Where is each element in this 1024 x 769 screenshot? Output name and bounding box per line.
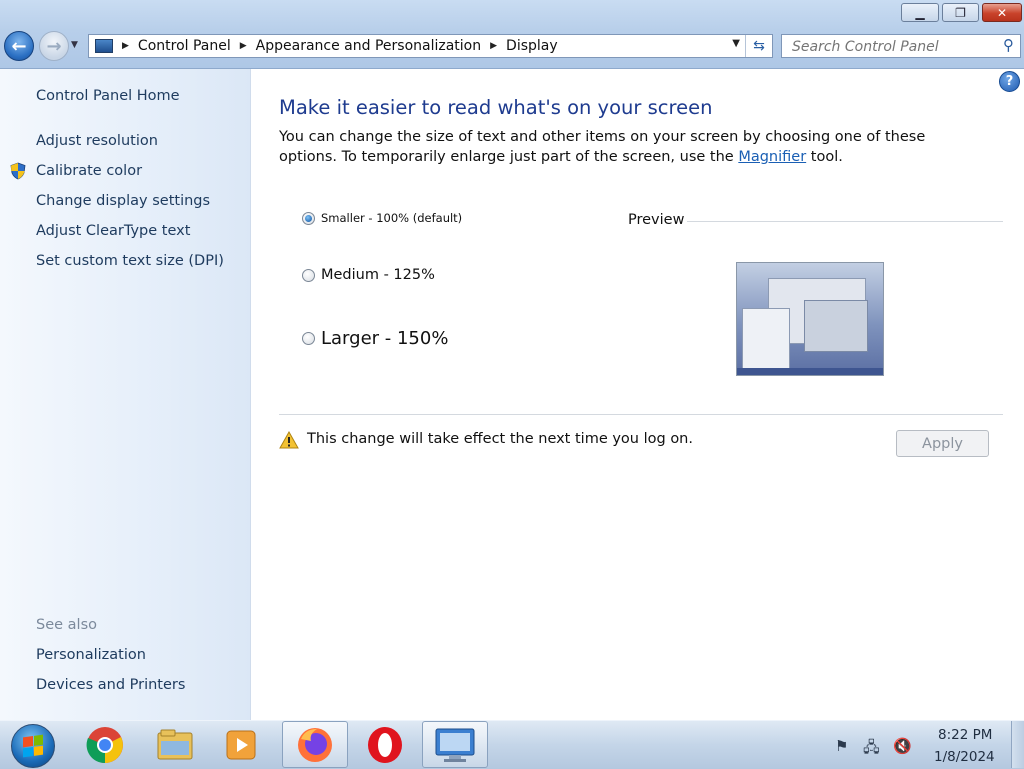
- page-description: You can change the size of text and othe…: [279, 127, 979, 167]
- search-input[interactable]: [790, 36, 994, 58]
- breadcrumb-separator-icon[interactable]: ▶: [240, 41, 247, 51]
- opera-icon: [368, 726, 402, 763]
- forward-arrow-icon: →: [46, 35, 62, 57]
- minimize-button[interactable]: ▁: [901, 3, 939, 22]
- taskbar-firefox[interactable]: [282, 721, 348, 768]
- display-settings-icon: [435, 728, 475, 762]
- warning-icon: [279, 431, 299, 449]
- firefox-icon: [298, 727, 332, 762]
- sidebar-item-custom-text-size[interactable]: Set custom text size (DPI): [36, 253, 224, 269]
- preview-window: [742, 308, 790, 370]
- option-label-medium[interactable]: Medium - 125%: [321, 267, 435, 283]
- breadcrumb-separator-icon[interactable]: ▶: [122, 41, 129, 51]
- breadcrumb-control-panel[interactable]: Control Panel: [138, 38, 231, 54]
- address-dropdown-icon[interactable]: ▼: [732, 38, 740, 49]
- taskbar-media-player[interactable]: [208, 721, 274, 768]
- section-divider: [279, 414, 1003, 415]
- window-chrome: ▁ ❐ ✕ ← → ▼ ▶ Control Panel ▶ Appearance…: [0, 0, 1024, 69]
- sidebar-item-personalization[interactable]: Personalization: [36, 647, 146, 663]
- back-arrow-icon: ←: [11, 35, 27, 57]
- sidebar-item-adjust-cleartype[interactable]: Adjust ClearType text: [36, 223, 190, 239]
- breadcrumb-appearance[interactable]: Appearance and Personalization: [256, 38, 481, 54]
- preview-window: [804, 300, 868, 352]
- address-bar[interactable]: ▶ Control Panel ▶ Appearance and Persona…: [88, 34, 773, 58]
- action-center-icon[interactable]: ⚑: [835, 737, 848, 755]
- description-text-end: tool.: [806, 149, 843, 165]
- help-icon: ?: [1005, 74, 1014, 89]
- apply-button[interactable]: Apply: [896, 430, 989, 457]
- explorer-icon: [157, 729, 193, 759]
- recent-pages-dropdown[interactable]: ▼: [71, 40, 78, 50]
- option-larger[interactable]: Larger - 150%: [302, 328, 448, 349]
- preview-image: [736, 262, 884, 376]
- back-button[interactable]: ←: [4, 31, 34, 61]
- navigation-pane: Control Panel Home Adjust resolution Cal…: [0, 69, 251, 720]
- refresh-icon: ⇆: [753, 38, 765, 54]
- forward-button[interactable]: →: [39, 31, 69, 61]
- breadcrumb-display[interactable]: Display: [506, 38, 558, 54]
- restore-icon: ❐: [955, 5, 966, 20]
- option-label-smaller[interactable]: Smaller - 100% (default): [321, 211, 462, 225]
- preview-label: Preview: [628, 212, 685, 228]
- option-label-larger[interactable]: Larger - 150%: [321, 328, 448, 349]
- volume-muted-icon[interactable]: 🔇: [893, 737, 912, 755]
- taskbar-chrome[interactable]: [72, 721, 138, 768]
- control-panel-icon: [95, 39, 113, 53]
- preview-divider: [687, 221, 1003, 222]
- sidebar-item-control-panel-home[interactable]: Control Panel Home: [36, 88, 180, 104]
- windows-logo-icon: [23, 734, 43, 758]
- radio-button-smaller[interactable]: [302, 211, 315, 225]
- option-smaller[interactable]: Smaller - 100% (default): [302, 211, 462, 225]
- sidebar-item-devices-and-printers[interactable]: Devices and Printers: [36, 677, 185, 693]
- sidebar-item-calibrate-color[interactable]: Calibrate color: [36, 163, 142, 179]
- taskbar: ⚑ 🖧 🔇 8:22 PM 1/8/2024: [0, 720, 1024, 769]
- start-button[interactable]: [11, 724, 55, 768]
- maximize-button[interactable]: ❐: [942, 3, 979, 22]
- taskbar-opera[interactable]: [352, 721, 418, 768]
- clock-date[interactable]: 1/8/2024: [934, 749, 995, 765]
- warning-message: This change will take effect the next ti…: [307, 431, 693, 447]
- show-desktop-button[interactable]: [1011, 721, 1024, 768]
- media-player-icon: [226, 730, 256, 759]
- network-icon[interactable]: 🖧: [863, 737, 880, 762]
- clock-time[interactable]: 8:22 PM: [938, 727, 992, 743]
- search-icon[interactable]: ⚲: [1003, 36, 1014, 54]
- uac-shield-icon: [10, 162, 26, 180]
- preview-taskbar: [737, 368, 883, 375]
- sidebar-item-adjust-resolution[interactable]: Adjust resolution: [36, 133, 158, 149]
- radio-button-medium[interactable]: [302, 268, 315, 282]
- minimize-icon: ▁: [915, 5, 925, 20]
- magnifier-link[interactable]: Magnifier: [738, 149, 806, 165]
- option-medium[interactable]: Medium - 125%: [302, 267, 435, 283]
- chrome-icon: [86, 726, 123, 763]
- main-content: ? Make it easier to read what's on your …: [251, 69, 1024, 720]
- close-button[interactable]: ✕: [982, 3, 1022, 22]
- breadcrumb-separator-icon[interactable]: ▶: [490, 41, 497, 51]
- close-icon: ✕: [996, 5, 1008, 20]
- refresh-button[interactable]: ⇆: [745, 35, 772, 57]
- see-also-heading: See also: [36, 617, 97, 633]
- help-button[interactable]: ?: [999, 71, 1020, 92]
- page-title: Make it easier to read what's on your sc…: [279, 96, 713, 119]
- sidebar-item-change-display-settings[interactable]: Change display settings: [36, 193, 210, 209]
- taskbar-control-panel[interactable]: [422, 721, 488, 768]
- taskbar-explorer[interactable]: [142, 721, 208, 768]
- search-box[interactable]: ⚲: [781, 34, 1021, 58]
- radio-button-larger[interactable]: [302, 332, 315, 345]
